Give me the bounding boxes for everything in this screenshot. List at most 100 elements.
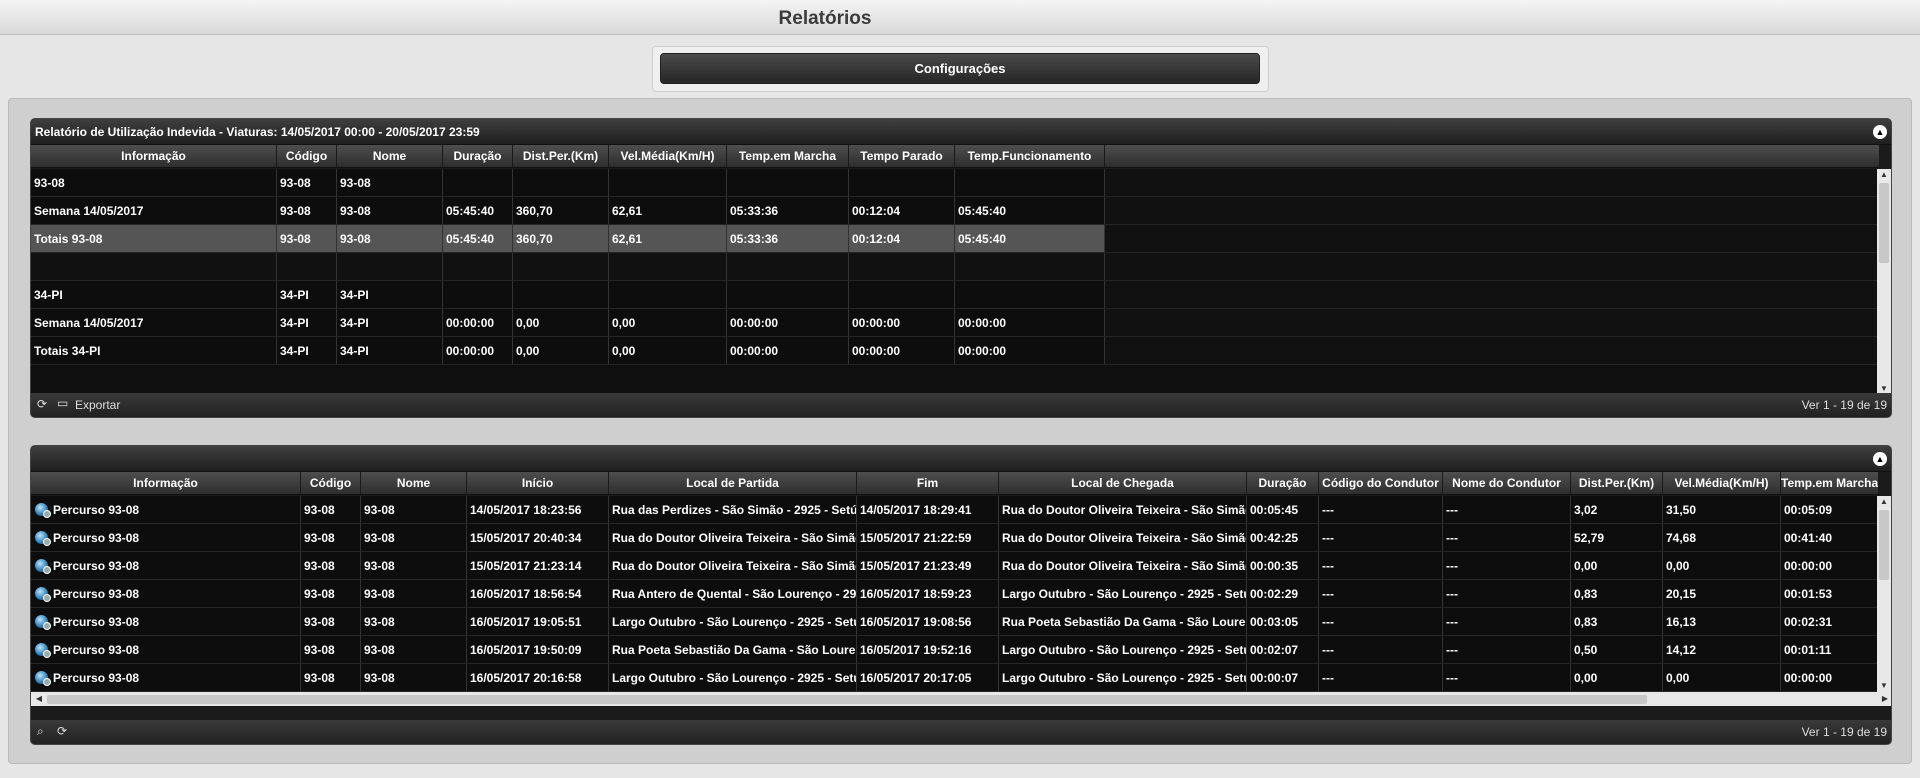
horizontal-scrollbar[interactable]: ◀ ▶ bbox=[31, 692, 1891, 706]
exportar-link[interactable]: Exportar bbox=[75, 398, 120, 412]
table-row[interactable]: Totais 93-08 93-08 93-08 05:45:40 360,70 62,6… bbox=[31, 225, 1879, 253]
table-cell bbox=[337, 253, 443, 280]
scroll-thumb[interactable] bbox=[1879, 183, 1889, 263]
scroll-up-icon[interactable]: ▲ bbox=[1877, 169, 1891, 181]
globe-icon[interactable] bbox=[35, 559, 51, 574]
table-row[interactable]: Percurso 93-08 93-08 93-08 16/05/2017 19:50… bbox=[31, 636, 1879, 664]
column-header[interactable]: Temp.em Marcha bbox=[727, 145, 849, 167]
row-filler bbox=[1105, 225, 1879, 252]
collapse-up-icon[interactable]: ▲ bbox=[1873, 452, 1887, 466]
config-container: Configurações bbox=[652, 46, 1269, 92]
globe-icon[interactable] bbox=[35, 531, 51, 546]
column-header[interactable]: Duração bbox=[443, 145, 513, 167]
table-cell: 93-08 bbox=[301, 580, 361, 607]
table-cell: 00:05:45 bbox=[1247, 496, 1319, 523]
column-header[interactable]: Nome bbox=[361, 472, 467, 494]
globe-icon[interactable] bbox=[35, 671, 51, 686]
column-header[interactable]: Informação bbox=[31, 145, 277, 167]
row-filler bbox=[1105, 169, 1879, 196]
table-cell bbox=[849, 169, 955, 196]
column-header[interactable]: Código bbox=[301, 472, 361, 494]
table-cell: 16/05/2017 18:56:54 bbox=[467, 580, 609, 607]
table-row[interactable]: 34-PI 34-PI 34-PI bbox=[31, 281, 1879, 309]
export-icon[interactable]: ▭ bbox=[57, 396, 68, 410]
column-header[interactable]: Dist.Per.(Km) bbox=[513, 145, 609, 167]
scroll-thumb[interactable] bbox=[47, 695, 1647, 704]
table-row[interactable]: Percurso 93-08 93-08 93-08 16/05/2017 18:56… bbox=[31, 580, 1879, 608]
table-cell: Rua do Doutor Oliveira Teixeira - São Si… bbox=[999, 496, 1247, 523]
table-cell: 360,70 bbox=[513, 225, 609, 252]
table-row[interactable] bbox=[31, 253, 1879, 281]
table-cell: 93-08 bbox=[301, 608, 361, 635]
table-cell: 93-08 bbox=[301, 524, 361, 551]
column-header[interactable]: Nome do Condutor bbox=[1443, 472, 1571, 494]
column-header[interactable]: Código do Condutor bbox=[1319, 472, 1443, 494]
scroll-left-icon[interactable]: ◀ bbox=[33, 692, 45, 706]
panel-header: Relatório de Utilização Indevida - Viatu… bbox=[31, 119, 1891, 145]
table-cell: Rua do Doutor Oliveira Teixeira - São Si… bbox=[609, 524, 857, 551]
refresh-icon[interactable]: ⟳ bbox=[37, 397, 47, 411]
column-header[interactable]: Temp.Funcionamento bbox=[955, 145, 1105, 167]
collapse-up-icon[interactable]: ▲ bbox=[1873, 125, 1887, 139]
reports-area: Relatório de Utilização Indevida - Viatu… bbox=[8, 98, 1912, 764]
row-filler bbox=[1105, 197, 1879, 224]
table-cell: 00:01:53 bbox=[1781, 580, 1879, 607]
scroll-up-icon[interactable]: ▲ bbox=[1877, 496, 1891, 508]
table-row[interactable]: Percurso 93-08 93-08 93-08 16/05/2017 20:16… bbox=[31, 664, 1879, 692]
table-cell: 00:00:00 bbox=[955, 309, 1105, 336]
table-row[interactable]: Percurso 93-08 93-08 93-08 14/05/2017 18:23… bbox=[31, 496, 1879, 524]
table-row[interactable]: Semana 14/05/2017 34-PI 34-PI 00:00:00 0,00 0… bbox=[31, 309, 1879, 337]
scroll-right-icon[interactable]: ▶ bbox=[1879, 692, 1891, 706]
table-cell: 00:00:00 bbox=[443, 309, 513, 336]
table-cell: --- bbox=[1443, 636, 1571, 663]
globe-icon[interactable] bbox=[35, 615, 51, 630]
table-row[interactable]: Semana 14/05/2017 93-08 93-08 05:45:40 360,7… bbox=[31, 197, 1879, 225]
column-header[interactable]: Dist.Per.(Km) bbox=[1571, 472, 1663, 494]
table-cell: --- bbox=[1319, 664, 1443, 691]
search-icon[interactable]: ⌕ bbox=[37, 724, 44, 739]
table-cell: 16,13 bbox=[1663, 608, 1781, 635]
vertical-scrollbar[interactable]: ▲ ▼ bbox=[1877, 496, 1891, 692]
cell-text: Percurso 93-08 bbox=[53, 643, 140, 657]
table-cell bbox=[277, 253, 337, 280]
table-cell: 00:12:04 bbox=[849, 225, 955, 252]
table-row[interactable]: Percurso 93-08 93-08 93-08 15/05/2017 20:40… bbox=[31, 524, 1879, 552]
column-header[interactable]: Temp.em Marcha bbox=[1781, 472, 1879, 494]
panel-footer: ⌕ ⟳ Ver 1 - 19 de 19 bbox=[31, 720, 1891, 744]
column-header[interactable]: Código bbox=[277, 145, 337, 167]
table-cell: 93-08 bbox=[301, 636, 361, 663]
refresh-icon[interactable]: ⟳ bbox=[57, 724, 67, 738]
column-header[interactable]: Nome bbox=[337, 145, 443, 167]
table-row[interactable]: Percurso 93-08 93-08 93-08 16/05/2017 19:05… bbox=[31, 608, 1879, 636]
column-header[interactable]: Tempo Parado bbox=[849, 145, 955, 167]
table-cell: --- bbox=[1443, 608, 1571, 635]
vertical-scrollbar[interactable]: ▲ ▼ bbox=[1877, 169, 1891, 395]
scroll-thumb[interactable] bbox=[1879, 510, 1889, 580]
table-cell: 15/05/2017 21:22:59 bbox=[857, 524, 999, 551]
column-header[interactable]: Informação bbox=[31, 472, 301, 494]
column-header[interactable]: Local de Partida bbox=[609, 472, 857, 494]
table-row[interactable]: 93-08 93-08 93-08 bbox=[31, 169, 1879, 197]
column-header[interactable]: Vel.Média(Km/H) bbox=[609, 145, 727, 167]
table-row[interactable]: Totais 34-PI 34-PI 34-PI 00:00:00 0,00 0,00 00… bbox=[31, 337, 1879, 365]
globe-icon[interactable] bbox=[35, 643, 51, 658]
table-cell: 93-08 bbox=[31, 169, 277, 196]
table-cell: 0,83 bbox=[1571, 608, 1663, 635]
table-cell: Percurso 93-08 bbox=[31, 552, 301, 579]
configuracoes-button[interactable]: Configurações bbox=[660, 53, 1260, 84]
globe-icon[interactable] bbox=[35, 503, 51, 518]
row-filler bbox=[1105, 281, 1879, 308]
table-cell: 93-08 bbox=[337, 225, 443, 252]
table-cell: 00:02:29 bbox=[1247, 580, 1319, 607]
table-row[interactable]: Percurso 93-08 93-08 93-08 15/05/2017 21:23… bbox=[31, 552, 1879, 580]
column-header[interactable]: Duração bbox=[1247, 472, 1319, 494]
globe-icon[interactable] bbox=[35, 587, 51, 602]
column-header[interactable]: Fim bbox=[857, 472, 999, 494]
table-cell: 93-08 bbox=[361, 496, 467, 523]
scroll-down-icon[interactable]: ▼ bbox=[1877, 680, 1891, 692]
column-header[interactable]: Local de Chegada bbox=[999, 472, 1247, 494]
table-cell: 00:41:40 bbox=[1781, 524, 1879, 551]
column-header[interactable]: Vel.Média(Km/H) bbox=[1663, 472, 1781, 494]
column-header[interactable]: Início bbox=[467, 472, 609, 494]
table-cell: 0,00 bbox=[1571, 664, 1663, 691]
